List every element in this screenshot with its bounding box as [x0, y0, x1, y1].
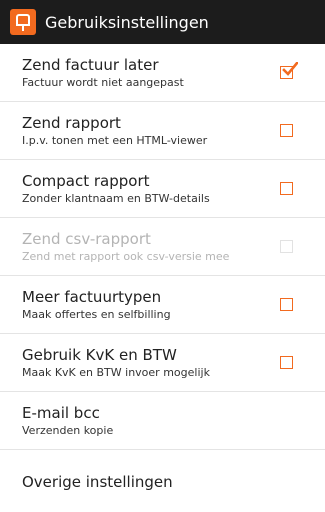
setting-summary: Zend met rapport ook csv-versie mee — [22, 249, 230, 263]
setting-title: Compact rapport — [22, 171, 150, 190]
setting-summary: I.p.v. tonen met een HTML-viewer — [22, 133, 208, 147]
app-bar: Gebruiksinstellingen — [0, 0, 325, 44]
setting-other-settings[interactable]: Overige instellingen — [0, 450, 325, 508]
setting-title: Zend factuur later — [22, 55, 159, 74]
more-invoice-types-checkbox[interactable] — [280, 298, 293, 311]
setting-email-bcc[interactable]: E-mail bcc Verzenden kopie — [0, 392, 325, 450]
use-kvk-and-btw-checkbox[interactable] — [280, 356, 293, 369]
setting-title: Zend csv-rapport — [22, 229, 151, 248]
setting-summary: Factuur wordt niet aangepast — [22, 75, 184, 89]
setting-title: E-mail bcc — [22, 403, 100, 422]
compact-report-checkbox[interactable] — [280, 182, 293, 195]
setting-more-invoice-types[interactable]: Meer factuurtypen Maak offertes en selfb… — [0, 276, 325, 334]
setting-use-kvk-and-btw[interactable]: Gebruik KvK en BTW Maak KvK en BTW invoe… — [0, 334, 325, 392]
setting-summary: Zonder klantnaam en BTW-details — [22, 191, 210, 205]
setting-send-csv-report: Zend csv-rapport Zend met rapport ook cs… — [0, 218, 325, 276]
setting-title: Zend rapport — [22, 113, 121, 132]
send-invoice-later-checkbox[interactable] — [280, 62, 298, 79]
checkmark-icon — [282, 62, 298, 76]
setting-summary: Maak offertes en selfbilling — [22, 307, 171, 321]
app-logo-icon[interactable] — [10, 9, 36, 35]
settings-list: Zend factuur later Factuur wordt niet aa… — [0, 44, 325, 508]
setting-summary: Verzenden kopie — [22, 423, 114, 437]
page-title: Gebruiksinstellingen — [45, 12, 209, 32]
setting-send-report[interactable]: Zend rapport I.p.v. tonen met een HTML-v… — [0, 102, 325, 160]
send-csv-report-checkbox — [280, 240, 293, 253]
setting-summary: Maak KvK en BTW invoer mogelijk — [22, 365, 210, 379]
setting-send-invoice-later[interactable]: Zend factuur later Factuur wordt niet aa… — [0, 44, 325, 102]
setting-title: Overige instellingen — [22, 473, 173, 491]
send-report-checkbox[interactable] — [280, 124, 293, 137]
setting-title: Meer factuurtypen — [22, 287, 162, 306]
setting-compact-report[interactable]: Compact rapport Zonder klantnaam en BTW-… — [0, 160, 325, 218]
setting-title: Gebruik KvK en BTW — [22, 345, 177, 364]
